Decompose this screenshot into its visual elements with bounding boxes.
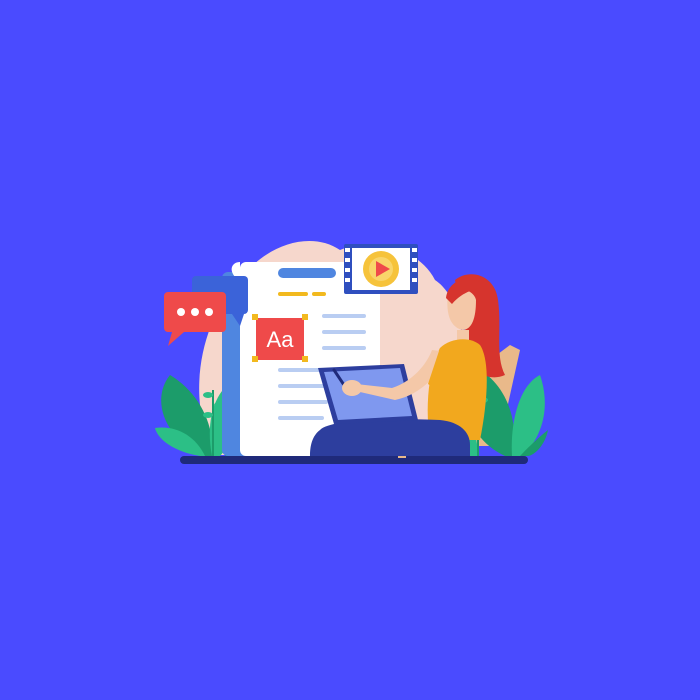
document-accent-line — [278, 292, 308, 296]
content-creation-illustration: Aa — [155, 241, 548, 464]
pants — [310, 419, 470, 456]
document-accent-line-2 — [312, 292, 326, 296]
document-heading-bar — [278, 268, 336, 278]
typeface-card-label: Aa — [267, 327, 295, 352]
document-text-line — [322, 346, 366, 350]
typeface-card: Aa — [252, 314, 308, 362]
video-frame — [344, 244, 418, 294]
document-text-line — [322, 330, 366, 334]
document-text-line — [322, 314, 366, 318]
document-text-line — [278, 400, 328, 404]
ground-line — [180, 456, 528, 464]
document-text-line — [278, 416, 324, 420]
illustration-stage: Aa — [0, 0, 700, 700]
